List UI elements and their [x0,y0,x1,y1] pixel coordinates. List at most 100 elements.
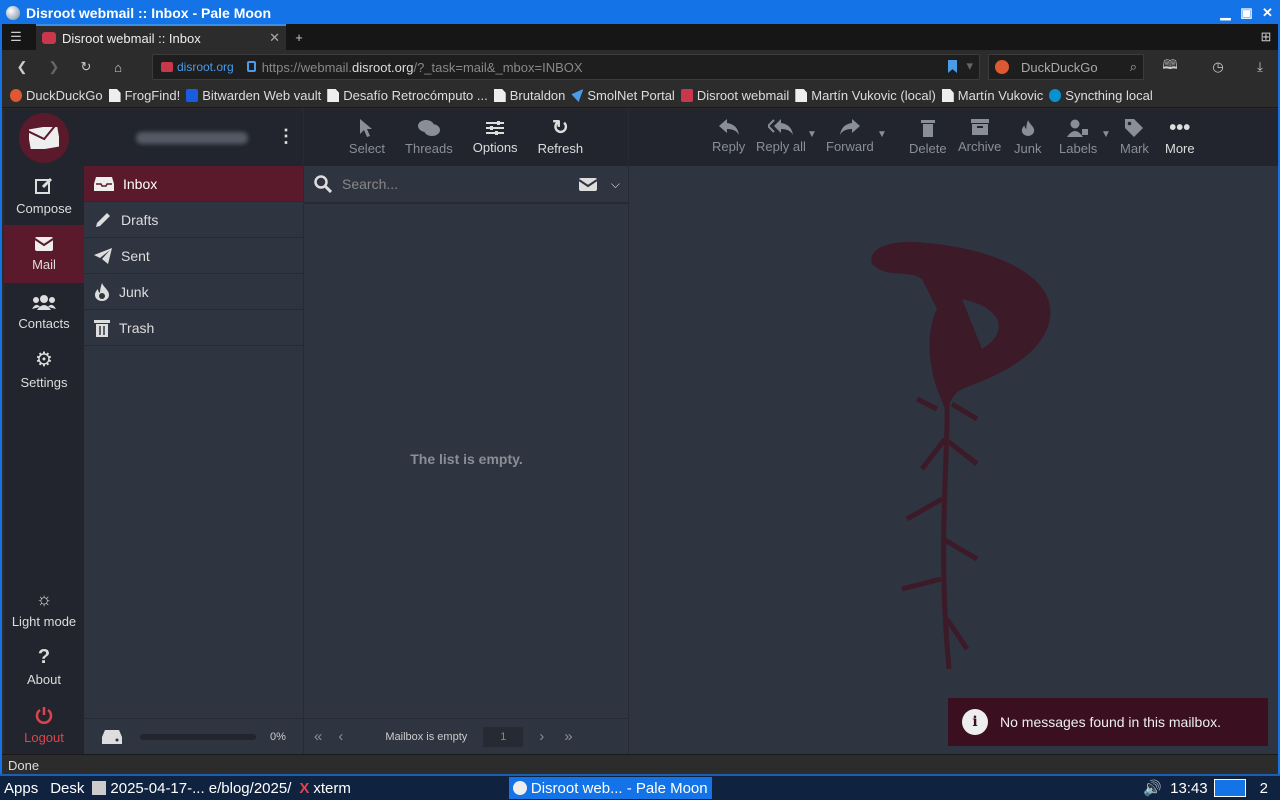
account-menu-icon[interactable]: ⋮ [277,127,295,145]
compose-icon [35,177,53,195]
about-button[interactable]: ? About [4,638,84,696]
search-input[interactable]: Search... [342,176,579,192]
folder-sent[interactable]: Sent [84,238,303,274]
comments-icon [417,119,440,137]
quota-footer: 0% [84,718,303,754]
search-row: Search... ⌵ [304,166,628,204]
quota-bar [140,733,256,740]
bookmark-item[interactable]: Martín Vukovic [940,88,1046,103]
fire-icon [1021,119,1035,137]
bookmark-item[interactable]: Bitwarden Web vault [184,88,323,103]
tab-disroot[interactable]: Disroot webmail :: Inbox ✕ [36,24,286,50]
reload-icon[interactable]: ↻ [70,53,102,81]
folder-trash[interactable]: Trash [84,310,303,346]
new-tab-icon[interactable]: + [286,23,312,51]
volume-icon[interactable]: 🔊 [1143,779,1162,797]
window-icon [92,781,107,795]
refresh-button[interactable]: ↻ Refresh [538,118,584,156]
taskbar-item-palemoon[interactable]: Disroot web... - Pale Moon [508,777,712,799]
home-icon[interactable]: ⌂ [102,53,134,81]
bookmark-item[interactable]: Brutaldon [492,88,568,103]
url-bar[interactable]: disroot.org https://webmail.disroot.org/… [152,54,980,80]
chevron-down-icon[interactable]: ⌵ [611,177,620,192]
bookmark-item[interactable]: Desafío Retrocómputo ... [325,88,490,103]
bookmark-item[interactable]: Martín Vukovic (local) [793,88,938,103]
reply-button[interactable]: Reply [712,119,745,154]
maximize-icon[interactable]: ▣ [1238,5,1255,22]
taskbar-item-blog[interactable]: 2025-04-17-... e/blog/2025/ [88,780,295,797]
history-icon[interactable]: ◷ [1202,53,1234,81]
apps-menu[interactable]: Apps [0,780,42,797]
tab-close-icon[interactable]: ✕ [269,30,280,46]
disroot-watermark [867,239,1057,679]
back-icon[interactable]: ❮ [6,53,38,81]
site-identity[interactable]: disroot.org [177,60,234,74]
notification-toast[interactable]: i No messages found in this mailbox. [948,698,1268,746]
minimize-icon[interactable]: ▁ [1217,5,1234,22]
bookmark-item[interactable]: SmolNet Portal [569,88,676,103]
workspace-indicator[interactable]: 2 [1260,780,1268,797]
menu-icon[interactable]: ☰ [2,23,30,51]
close-icon[interactable]: ✕ [1259,5,1276,22]
bookmark-star-icon[interactable] [948,60,957,73]
duckduckgo-icon [995,60,1009,74]
bookmark-item[interactable]: DuckDuckGo [8,88,105,103]
taskbar-item-xterm[interactable]: Xxterm [295,780,355,797]
pencil-icon [94,211,112,229]
user-tag-icon [1067,119,1089,137]
downloads-icon[interactable]: ⤓ [1244,53,1276,81]
settings-button[interactable]: ⚙ Settings [4,341,84,399]
search-bar[interactable]: DuckDuckGo ⌕ [988,54,1144,80]
delete-button[interactable]: Delete [909,119,947,156]
first-page-icon[interactable]: « [314,728,322,745]
last-page-icon[interactable]: » [564,728,572,745]
inbox-icon [94,176,114,191]
options-button[interactable]: Options [473,120,518,155]
status-bar: Done [2,754,1278,776]
clock: 13:43 [1170,779,1208,797]
more-button[interactable]: ••• More [1165,118,1195,156]
disroot-logo[interactable] [19,113,69,163]
disroot-favicon [42,32,56,44]
reply-all-dropdown-icon[interactable]: ▼ [807,129,817,140]
junk-button[interactable]: Junk [1014,119,1041,156]
message-toolbar: Reply Reply all ▼ Forward ▼ Delete Archi… [629,109,1278,166]
tab-list-icon[interactable]: ⊞ [1254,23,1278,51]
compose-button[interactable]: Compose [4,167,84,225]
trash-icon [94,319,110,337]
browser-window: Disroot webmail :: Inbox - Pale Moon ▁ ▣… [0,0,1280,800]
threads-button[interactable]: Threads [405,119,453,156]
archive-button[interactable]: Archive [958,119,1001,154]
envelope-icon [35,236,53,251]
reader-view-icon[interactable]: 🕮 [1154,53,1186,81]
search-go-icon[interactable]: ⌕ [1130,59,1137,75]
previous-page-icon[interactable]: ‹ [338,728,343,745]
forward-button[interactable]: Forward [826,119,874,154]
bookmark-item[interactable]: Syncthing local [1047,88,1154,103]
bookmark-item[interactable]: FrogFind! [107,88,183,103]
folder-drafts[interactable]: Drafts [84,202,303,238]
page-number-input[interactable]: 1 [483,726,524,747]
reply-all-button[interactable]: Reply all [756,119,806,154]
search-scope-envelope-icon[interactable] [578,177,597,191]
folder-inbox[interactable]: Inbox [84,166,303,202]
list-empty-text: The list is empty. [410,451,523,467]
mail-button[interactable]: Mail [4,225,84,283]
forward-dropdown-icon[interactable]: ▼ [877,129,887,140]
mark-button[interactable]: Mark [1120,119,1149,156]
desk-menu[interactable]: Desk [46,780,88,797]
url-dropdown-icon[interactable]: ▾ [966,58,973,74]
select-button[interactable]: Select [349,119,385,156]
contacts-button[interactable]: Contacts [4,283,84,341]
folder-junk[interactable]: Junk [84,274,303,310]
logout-button[interactable]: Logout [4,696,84,754]
labels-dropdown-icon[interactable]: ▼ [1101,129,1111,140]
forward-icon[interactable]: ❯ [38,53,70,81]
next-page-icon[interactable]: › [539,728,544,745]
hard-drive-icon [102,729,122,744]
labels-button[interactable]: Labels [1059,119,1097,156]
xterm-icon: X [299,779,310,797]
bookmark-item[interactable]: Disroot webmail [679,88,791,103]
pointer-icon [359,119,374,137]
light-mode-button[interactable]: ☼ Light mode [4,580,84,638]
